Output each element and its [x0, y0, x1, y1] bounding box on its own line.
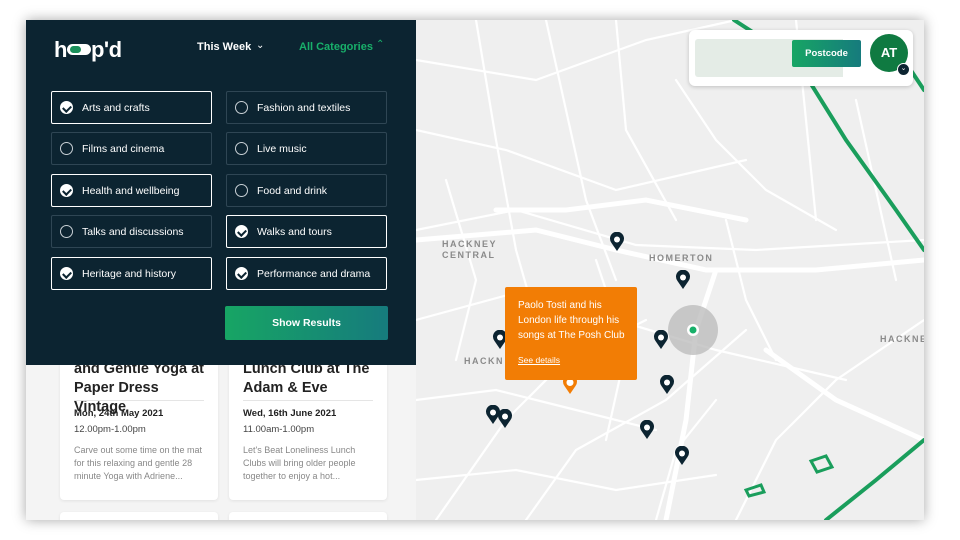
- popup-title: Paolo Tosti and his London life through …: [518, 300, 625, 341]
- postcode-search: Postcode AT ⌄: [689, 30, 913, 86]
- event-card[interactable]: [60, 512, 218, 520]
- divider: [74, 400, 204, 401]
- logo-text: h: [54, 37, 67, 62]
- event-title[interactable]: Lunch Club at The Adam & Eve: [243, 360, 377, 398]
- category-option[interactable]: Health and wellbeing: [51, 174, 212, 207]
- map-streets: [416, 20, 924, 520]
- checkbox-icon[interactable]: [235, 225, 248, 238]
- category-label: Arts and crafts: [82, 102, 150, 114]
- category-label: Heritage and history: [82, 268, 176, 280]
- area-label-hackney: HACKN: [464, 356, 504, 366]
- category-filter-panel: h p'd This Week ⌄ All Categories ⌃ Arts a…: [26, 20, 416, 365]
- event-description: Let's Beat Loneliness Lunch Clubs will b…: [243, 445, 356, 481]
- category-label: Live music: [257, 143, 307, 155]
- area-label-hackney-central: HACKNEY CENTRAL: [442, 239, 497, 260]
- chevron-up-icon[interactable]: ⌃: [376, 39, 384, 50]
- category-option[interactable]: Heritage and history: [51, 257, 212, 290]
- event-popup[interactable]: Paolo Tosti and his London life through …: [505, 287, 637, 380]
- map-pin-icon[interactable]: [659, 375, 675, 395]
- event-card[interactable]: [229, 512, 387, 520]
- week-dropdown[interactable]: This Week: [197, 41, 251, 53]
- categories-dropdown[interactable]: All Categories: [299, 41, 373, 53]
- category-label: Walks and tours: [257, 226, 332, 238]
- checkbox-icon[interactable]: [60, 142, 73, 155]
- event-date: Mon, 24th May 2021: [74, 408, 164, 419]
- event-time: 12.00pm-1.00pm: [74, 424, 146, 435]
- checkbox-icon[interactable]: [60, 225, 73, 238]
- checkbox-icon[interactable]: [60, 184, 73, 197]
- category-label: Fashion and textiles: [257, 102, 351, 114]
- category-option[interactable]: Films and cinema: [51, 132, 212, 165]
- checkbox-icon[interactable]: [235, 142, 248, 155]
- category-label: Talks and discussions: [82, 226, 184, 238]
- category-option[interactable]: Fashion and textiles: [226, 91, 387, 124]
- category-label: Films and cinema: [82, 143, 165, 155]
- checkbox-icon[interactable]: [60, 101, 73, 114]
- logo-text: p'd: [90, 37, 122, 62]
- map[interactable]: HACKNEY CENTRAL HOMERTON HACKN HACKNEY: [416, 20, 924, 520]
- checkbox-icon[interactable]: [60, 267, 73, 280]
- checkbox-icon[interactable]: [235, 101, 248, 114]
- map-pin-icon[interactable]: [674, 446, 690, 466]
- logo-icon: [66, 44, 91, 56]
- app-window: and Gentle Yoga at Paper Dress Vintage M…: [26, 20, 924, 520]
- category-option[interactable]: Arts and crafts: [51, 91, 212, 124]
- map-pin-icon[interactable]: [653, 330, 669, 350]
- checkbox-icon[interactable]: [235, 184, 248, 197]
- category-option[interactable]: Talks and discussions: [51, 215, 212, 248]
- event-time: 11.00am-1.00pm: [243, 424, 315, 435]
- logo[interactable]: h p'd: [54, 37, 122, 63]
- event-date: Wed, 16th June 2021: [243, 408, 337, 419]
- show-results-button[interactable]: Show Results: [225, 306, 388, 340]
- category-label: Health and wellbeing: [82, 185, 180, 197]
- chevron-down-icon[interactable]: ⌄: [897, 63, 910, 76]
- category-option[interactable]: Food and drink: [226, 174, 387, 207]
- category-option[interactable]: Walks and tours: [226, 215, 387, 248]
- event-description: Carve out some time on the mat for this …: [74, 445, 203, 481]
- map-pin-icon[interactable]: [639, 420, 655, 440]
- category-option[interactable]: Live music: [226, 132, 387, 165]
- area-label-hackney-east: HACKNEY: [880, 334, 924, 344]
- category-option[interactable]: Performance and drama: [226, 257, 387, 290]
- see-details-link[interactable]: See details: [518, 355, 560, 365]
- chevron-down-icon[interactable]: ⌄: [256, 40, 264, 51]
- category-label: Food and drink: [257, 185, 328, 197]
- map-pin-icon[interactable]: [609, 232, 625, 252]
- category-label: Performance and drama: [257, 268, 371, 280]
- map-pin-icon[interactable]: [497, 409, 513, 429]
- divider: [243, 400, 373, 401]
- postcode-button[interactable]: Postcode: [792, 40, 861, 67]
- map-pin-icon[interactable]: [675, 270, 691, 290]
- area-label-homerton: HOMERTON: [649, 253, 714, 263]
- checkbox-icon[interactable]: [235, 267, 248, 280]
